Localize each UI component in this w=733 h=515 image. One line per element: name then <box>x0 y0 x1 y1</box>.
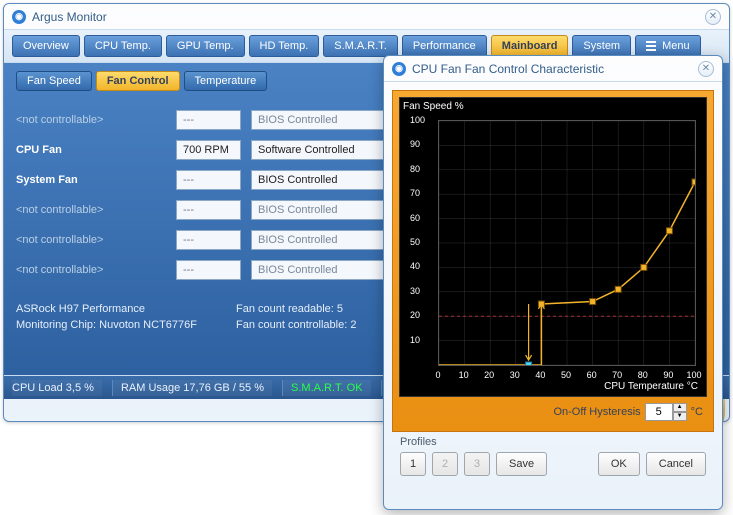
fan-mode-value: Software Controlled <box>258 144 355 156</box>
ytick: 100 <box>410 115 425 125</box>
save-button[interactable]: Save <box>496 452 547 476</box>
xtick: 100 <box>686 370 701 380</box>
xtick: 40 <box>535 370 545 380</box>
xtick: 10 <box>459 370 469 380</box>
fan-rpm: --- <box>176 170 241 190</box>
tab-hd-temp[interactable]: HD Temp. <box>249 35 320 57</box>
fan-label: System Fan <box>16 174 166 186</box>
fan-curve-dialog: ◉ CPU Fan Fan Control Characteristic ✕ F… <box>383 55 723 510</box>
tab-performance[interactable]: Performance <box>402 35 487 57</box>
chart-frame: Fan Speed % CPU Temperature °C 10 20 30 40 5… <box>392 90 714 432</box>
ytick: 90 <box>410 139 420 149</box>
status-ram: RAM Usage 17,76 GB / 55 % <box>112 380 272 396</box>
fan-curve-chart[interactable]: Fan Speed % CPU Temperature °C 10 20 30 40 5… <box>399 97 707 397</box>
app-logo-icon: ◉ <box>12 10 26 24</box>
xtick: 70 <box>612 370 622 380</box>
ytick: 80 <box>410 164 420 174</box>
fan-rpm: 700 RPM <box>176 140 241 160</box>
tab-gpu-temp[interactable]: GPU Temp. <box>166 35 245 57</box>
profile-1-button[interactable]: 1 <box>400 452 426 476</box>
spinner-down-icon[interactable]: ▼ <box>673 412 687 421</box>
profiles-label: Profiles <box>392 432 714 450</box>
fan-label: <not controllable> <box>16 114 166 126</box>
hysteresis-unit: °C <box>691 406 703 418</box>
spinner-up-icon[interactable]: ▲ <box>673 403 687 412</box>
fan-label: <not controllable> <box>16 204 166 216</box>
app-logo-icon: ◉ <box>392 62 406 76</box>
board-chip: Monitoring Chip: Nuvoton NCT6776F <box>16 319 236 331</box>
fan-mode-value: BIOS Controlled <box>258 204 337 216</box>
tab-menu[interactable]: Menu <box>635 35 701 57</box>
close-icon[interactable]: ✕ <box>705 9 721 25</box>
ytick: 50 <box>410 237 420 247</box>
fan-mode-value: BIOS Controlled <box>258 114 337 126</box>
dialog-titlebar: ◉ CPU Fan Fan Control Characteristic ✕ <box>384 56 722 82</box>
board-model: ASRock H97 Performance <box>16 303 236 315</box>
hysteresis-input[interactable] <box>645 403 673 421</box>
ytick: 70 <box>410 188 420 198</box>
subtab-temperature[interactable]: Temperature <box>184 71 268 91</box>
dialog-title: CPU Fan Fan Control Characteristic <box>412 62 698 76</box>
fan-mode-value: BIOS Controlled <box>258 234 337 246</box>
xtick: 20 <box>484 370 494 380</box>
xtick: 80 <box>638 370 648 380</box>
chart-xlabel: CPU Temperature °C <box>604 381 698 392</box>
xtick: 60 <box>587 370 597 380</box>
fan-label: <not controllable> <box>16 234 166 246</box>
status-cpu: CPU Load 3,5 % <box>12 380 102 396</box>
app-title: Argus Monitor <box>32 10 705 24</box>
cancel-button[interactable]: Cancel <box>646 452 706 476</box>
profile-3-button[interactable]: 3 <box>464 452 490 476</box>
menu-label: Menu <box>662 40 690 52</box>
hysteresis-spinner[interactable]: ▲ ▼ <box>645 403 687 421</box>
subtab-fan-control[interactable]: Fan Control <box>96 71 180 91</box>
dialog-body: Fan Speed % CPU Temperature °C 102030405… <box>384 82 722 494</box>
tab-mainboard[interactable]: Mainboard <box>491 35 569 57</box>
xtick: 50 <box>561 370 571 380</box>
ytick: 30 <box>410 286 420 296</box>
ytick: 40 <box>410 261 420 271</box>
xtick: 30 <box>510 370 520 380</box>
xtick: 90 <box>663 370 673 380</box>
fan-rpm: --- <box>176 200 241 220</box>
profile-2-button[interactable]: 2 <box>432 452 458 476</box>
fan-mode-value: BIOS Controlled <box>258 264 337 276</box>
ytick: 20 <box>410 310 420 320</box>
dialog-buttons: 1 2 3 Save OK Cancel <box>392 450 714 486</box>
chart-plot-area[interactable] <box>438 120 696 366</box>
chart-ylabel: Fan Speed % <box>403 101 464 112</box>
hysteresis-label: On-Off Hysteresis <box>553 406 640 418</box>
status-smart: S.M.A.R.T. OK <box>282 380 371 396</box>
ytick: 10 <box>410 335 420 345</box>
tab-overview[interactable]: Overview <box>12 35 80 57</box>
fan-rpm: --- <box>176 110 241 130</box>
titlebar: ◉ Argus Monitor ✕ <box>4 4 729 30</box>
hysteresis-row: On-Off Hysteresis ▲ ▼ °C <box>399 397 707 425</box>
tab-cpu-temp[interactable]: CPU Temp. <box>84 35 162 57</box>
ytick: 60 <box>410 213 420 223</box>
hamburger-icon <box>646 41 656 51</box>
fan-label: <not controllable> <box>16 264 166 276</box>
fan-mode-value: BIOS Controlled <box>258 174 337 186</box>
close-icon[interactable]: ✕ <box>698 61 714 77</box>
fan-label: CPU Fan <box>16 144 166 156</box>
xtick: 0 <box>435 370 440 380</box>
subtab-fan-speed[interactable]: Fan Speed <box>16 71 92 91</box>
fan-rpm: --- <box>176 230 241 250</box>
tab-system[interactable]: System <box>572 35 631 57</box>
fan-rpm: --- <box>176 260 241 280</box>
tab-smart[interactable]: S.M.A.R.T. <box>323 35 398 57</box>
ok-button[interactable]: OK <box>598 452 640 476</box>
